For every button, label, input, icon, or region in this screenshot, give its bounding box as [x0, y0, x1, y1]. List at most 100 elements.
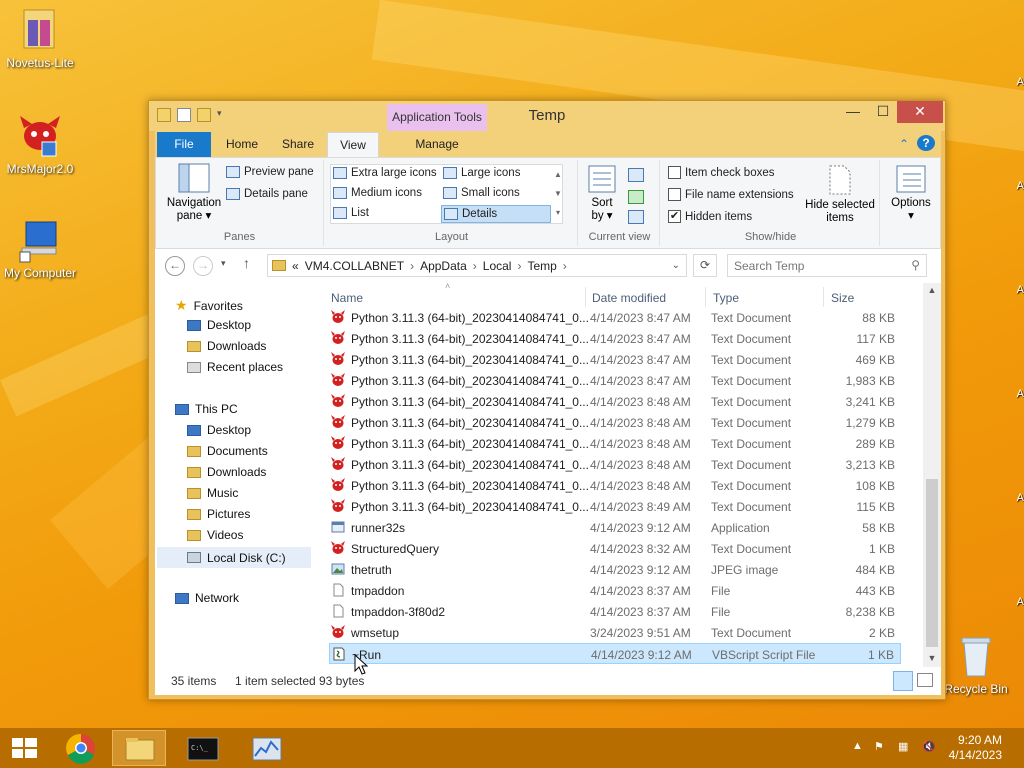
breadcrumb-vm4[interactable]: VM4.COLLABNET: [305, 259, 404, 273]
tab-manage[interactable]: Manage: [387, 132, 487, 157]
nav-music[interactable]: Music: [187, 486, 238, 500]
file-name-extensions-toggle[interactable]: File name extensions: [668, 188, 794, 201]
layout-scroll[interactable]: ▲ ▼ ▾: [553, 165, 563, 223]
nav-this-pc[interactable]: This PC: [175, 402, 238, 416]
file-row[interactable]: wmsetup 3/24/2023 9:51 AM Text Document 2 K…: [329, 622, 901, 643]
tab-file[interactable]: File: [157, 132, 211, 157]
address-bar[interactable]: « VM4.COLLABNET › AppData › Local › Temp › ⌄: [267, 254, 687, 277]
nav-pictures[interactable]: Pictures: [187, 507, 250, 521]
sort-by-button[interactable]: Sort by ▾: [586, 164, 618, 223]
address-dropdown-icon[interactable]: ⌄: [672, 260, 680, 271]
taskbar-file-explorer[interactable]: [112, 730, 166, 766]
layout-extra-large-icons[interactable]: Extra large icons: [333, 167, 437, 179]
back-button[interactable]: ←: [165, 256, 185, 276]
column-type[interactable]: Type: [713, 291, 739, 305]
start-button[interactable]: [0, 730, 48, 766]
tab-home[interactable]: Home: [215, 132, 269, 157]
file-row[interactable]: StructuredQuery 4/14/2023 8:32 AM Text Doc…: [329, 538, 901, 559]
nav-fav-desktop[interactable]: Desktop: [187, 318, 251, 332]
recent-locations-icon[interactable]: ▾: [221, 258, 226, 269]
breadcrumb-local[interactable]: Local: [483, 259, 512, 273]
vertical-scrollbar[interactable]: ▲ ▼: [923, 283, 941, 667]
file-row[interactable]: Python 3.11.3 (64-bit)_20230414084741_0.…: [329, 433, 901, 454]
forward-button[interactable]: →: [193, 256, 213, 276]
up-arrow-icon[interactable]: ↑: [243, 255, 250, 271]
file-row[interactable]: Python 3.11.3 (64-bit)_20230414084741_0.…: [329, 454, 901, 475]
nav-local-disk[interactable]: Local Disk (C:): [157, 547, 311, 568]
desktop-icon-novetus[interactable]: Novetus-Lite: [0, 6, 80, 70]
file-row[interactable]: tmpaddon-3f80d2 4/14/2023 8:37 AM File 8,23…: [329, 601, 901, 622]
breadcrumb-overflow[interactable]: «: [292, 259, 299, 273]
file-row[interactable]: thetruth 4/14/2023 9:12 AM JPEG image 484 K…: [329, 559, 901, 580]
taskbar-command-prompt[interactable]: C:\_: [176, 730, 230, 766]
nav-pc-desktop[interactable]: Desktop: [187, 423, 251, 437]
nav-videos[interactable]: Videos: [187, 528, 243, 542]
file-row[interactable]: ~Run 4/14/2023 9:12 AM VBScript Script Fil…: [329, 643, 901, 664]
file-row[interactable]: Python 3.11.3 (64-bit)_20230414084741_0.…: [329, 412, 901, 433]
minimize-ribbon-icon[interactable]: ⌃: [895, 132, 913, 157]
action-center-flag-icon[interactable]: ⚑: [874, 740, 888, 754]
tab-view[interactable]: View: [327, 132, 379, 158]
size-columns-icon[interactable]: [628, 210, 644, 224]
title-bar[interactable]: ▾ Application Tools Temp — ☐ ✕: [149, 101, 945, 131]
file-row[interactable]: Python 3.11.3 (64-bit)_20230414084741_0.…: [329, 370, 901, 391]
layout-small-icons[interactable]: Small icons: [443, 187, 520, 199]
nav-recent-places[interactable]: Recent places: [187, 360, 283, 374]
file-row[interactable]: Python 3.11.3 (64-bit)_20230414084741_0.…: [329, 328, 901, 349]
search-input[interactable]: Search Temp ⚲: [727, 254, 927, 277]
close-button[interactable]: ✕: [897, 101, 943, 123]
nav-network[interactable]: Network: [175, 591, 239, 605]
preview-pane-icon: [226, 166, 240, 178]
clock[interactable]: 9:20 AM 4/14/2023: [949, 733, 1002, 763]
tab-share[interactable]: Share: [271, 132, 325, 157]
file-name: Python 3.11.3 (64-bit)_20230414084741_0.…: [351, 458, 589, 472]
desktop-icon-my-computer[interactable]: My Computer: [0, 216, 80, 280]
volume-muted-icon[interactable]: 🔇: [922, 740, 936, 754]
network-status-icon[interactable]: ▦: [898, 740, 912, 754]
file-row[interactable]: Python 3.11.3 (64-bit)_20230414084741_0.…: [329, 475, 901, 496]
help-icon[interactable]: ?: [917, 135, 935, 151]
layout-large-icons[interactable]: Large icons: [443, 167, 520, 179]
column-name[interactable]: Name: [331, 291, 363, 305]
minimize-button[interactable]: —: [839, 101, 867, 123]
details-pane-button[interactable]: Details pane: [226, 188, 308, 200]
add-columns-icon[interactable]: [628, 190, 644, 204]
refresh-button[interactable]: ⟳: [693, 254, 717, 277]
nav-fav-downloads[interactable]: Downloads: [187, 339, 266, 353]
file-row[interactable]: Python 3.11.3 (64-bit)_20230414084741_0.…: [329, 307, 901, 328]
file-row[interactable]: Python 3.11.3 (64-bit)_20230414084741_0.…: [329, 349, 901, 370]
hide-selected-items-button[interactable]: Hide selected items: [802, 164, 878, 225]
file-row[interactable]: Python 3.11.3 (64-bit)_20230414084741_0.…: [329, 496, 901, 517]
preview-pane-button[interactable]: Preview pane: [226, 166, 314, 178]
details-view-icon[interactable]: [893, 671, 913, 691]
taskbar-resource-monitor[interactable]: [240, 730, 294, 766]
column-date[interactable]: Date modified: [592, 291, 666, 305]
large-icons-view-icon[interactable]: [917, 673, 933, 687]
desktop-icon-recycle-bin[interactable]: Recycle Bin: [936, 632, 1016, 696]
layout-list[interactable]: List: [333, 207, 369, 219]
maximize-button[interactable]: ☐: [869, 101, 897, 123]
nav-favorites[interactable]: ★ Favorites: [175, 297, 243, 314]
file-row[interactable]: tmpaddon 4/14/2023 8:37 AM File 443 KB: [329, 580, 901, 601]
options-button[interactable]: Options ▾: [886, 164, 936, 223]
layout-medium-icons[interactable]: Medium icons: [333, 187, 422, 199]
navigation-pane-button[interactable]: Navigation pane ▾: [162, 162, 226, 223]
file-date: 4/14/2023 8:47 AM: [590, 353, 691, 367]
taskbar-chrome[interactable]: [54, 730, 108, 766]
breadcrumb-temp[interactable]: Temp: [527, 259, 556, 273]
desktop-icon-mrsmajor[interactable]: MrsMajor2.0: [0, 112, 80, 176]
nav-downloads[interactable]: Downloads: [187, 465, 266, 479]
file-row[interactable]: Python 3.11.3 (64-bit)_20230414084741_0.…: [329, 391, 901, 412]
details-icon: [444, 208, 458, 220]
hidden-items-toggle[interactable]: ✔ Hidden items: [668, 210, 752, 223]
file-row[interactable]: runner32s 4/14/2023 9:12 AM Application 58 …: [329, 517, 901, 538]
scrollbar-thumb[interactable]: [926, 479, 938, 647]
breadcrumb-appdata[interactable]: AppData: [420, 259, 467, 273]
group-by-icon[interactable]: [628, 168, 644, 182]
nav-documents[interactable]: Documents: [187, 444, 268, 458]
item-check-boxes-toggle[interactable]: Item check boxes: [668, 166, 774, 179]
command-prompt-icon: C:\_: [187, 737, 219, 761]
column-size[interactable]: Size: [831, 291, 854, 305]
show-hidden-icons[interactable]: ▲: [852, 740, 866, 754]
layout-details[interactable]: Details: [441, 205, 551, 223]
